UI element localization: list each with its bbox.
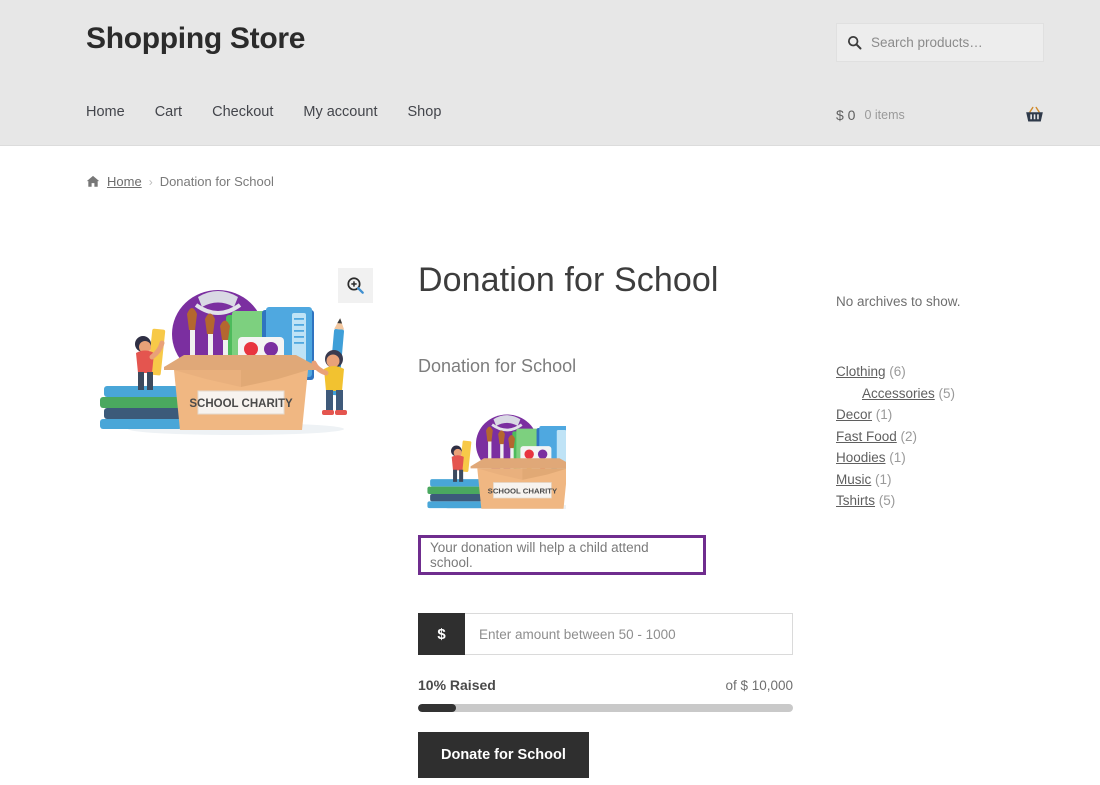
category-count-hoodies: (1) [889,450,906,465]
category-count-clothing: (6) [889,364,906,379]
nav-item-shop[interactable]: Shop [408,104,442,120]
box-label: SCHOOL CHARITY [189,398,293,410]
image-zoom-button[interactable] [338,268,373,303]
breadcrumb-separator: › [148,174,153,189]
product-categories-list: Clothing (6) Accessories (5) Decor (1) F… [836,364,1046,508]
donation-progress-fill [418,704,456,713]
category-item-tshirts: Tshirts (5) [836,493,1046,508]
cart-amount: $ 0 [836,107,856,123]
category-item-hoodies: Hoodies (1) [836,450,1046,465]
search-box[interactable] [836,23,1044,62]
basket-icon[interactable] [1025,106,1044,124]
currency-prefix: $ [418,613,465,656]
category-link-accessories[interactable]: Accessories [862,386,935,401]
breadcrumb-home-link[interactable]: Home [107,174,142,189]
site-title[interactable]: Shopping Store [86,22,305,56]
category-link-music[interactable]: Music [836,472,871,487]
category-count-accessories: (5) [938,385,956,401]
search-icon [847,35,862,50]
main-navigation: Home Cart Checkout My account Shop [86,104,441,120]
category-link-tshirts[interactable]: Tshirts [836,493,875,508]
search-input[interactable] [869,34,1033,51]
donation-amount-input[interactable] [465,613,793,656]
category-link-decor[interactable]: Decor [836,407,872,422]
nav-item-cart[interactable]: Cart [155,104,182,120]
home-icon[interactable] [86,175,100,188]
breadcrumb: Home › Donation for School [0,146,1100,189]
header-inner: Shopping Store Home Cart Checkout My acc… [0,0,1100,145]
category-link-fast-food[interactable]: Fast Food [836,429,897,444]
donation-progress-bar [418,704,793,713]
category-item-clothing: Clothing (6) [836,364,1046,379]
product-gallery: SCHOOL CHARITY [86,267,378,457]
page-title: Donation for School [418,261,719,299]
zoom-in-icon [347,277,364,294]
raised-row: 10% Raised of $ 10,000 [418,677,793,693]
category-link-hoodies[interactable]: Hoodies [836,450,886,465]
category-item-fast-food: Fast Food (2) [836,429,1046,444]
donation-goal: of $ 10,000 [725,678,793,694]
product-summary: Donation for School Donation for School [418,261,808,779]
category-item-music: Music (1) [836,472,1046,487]
product-image[interactable]: SCHOOL CHARITY [86,267,378,457]
description-image-graphic: SCHOOL CHARITY [427,414,566,510]
category-count-music: (1) [875,471,892,487]
svg-text:SCHOOL CHARITY: SCHOOL CHARITY [488,486,558,495]
donation-note-text: Your donation will help a child attend s… [430,540,649,571]
category-count-decor: (1) [875,407,893,422]
site-header: Shopping Store Home Cart Checkout My acc… [0,0,1100,146]
donate-button[interactable]: Donate for School [418,732,589,779]
category-count-fast-food: (2) [900,428,918,444]
description-image: SCHOOL CHARITY [418,399,566,510]
product-short-description: Donation for School [418,356,577,377]
breadcrumb-current: Donation for School [159,174,274,189]
nav-item-home[interactable]: Home [86,104,125,120]
nav-item-checkout[interactable]: Checkout [212,104,273,120]
nav-item-my-account[interactable]: My account [303,104,377,120]
cart-item-count: 0 items [864,108,905,122]
donation-amount-row: $ [418,613,793,656]
archives-widget-note: No archives to show. [836,294,961,309]
donation-note: Your donation will help a child attend s… [418,535,706,576]
category-link-clothing[interactable]: Clothing [836,364,886,379]
category-item-accessories: Accessories (5) [836,386,1046,401]
category-item-decor: Decor (1) [836,407,1046,422]
cart-summary[interactable]: $ 0 0 items [836,106,1044,124]
category-count-tshirts: (5) [878,493,896,508]
sidebar: No archives to show. Clothing (6) Access… [836,294,1046,515]
raised-percentage: 10% Raised [418,677,496,694]
